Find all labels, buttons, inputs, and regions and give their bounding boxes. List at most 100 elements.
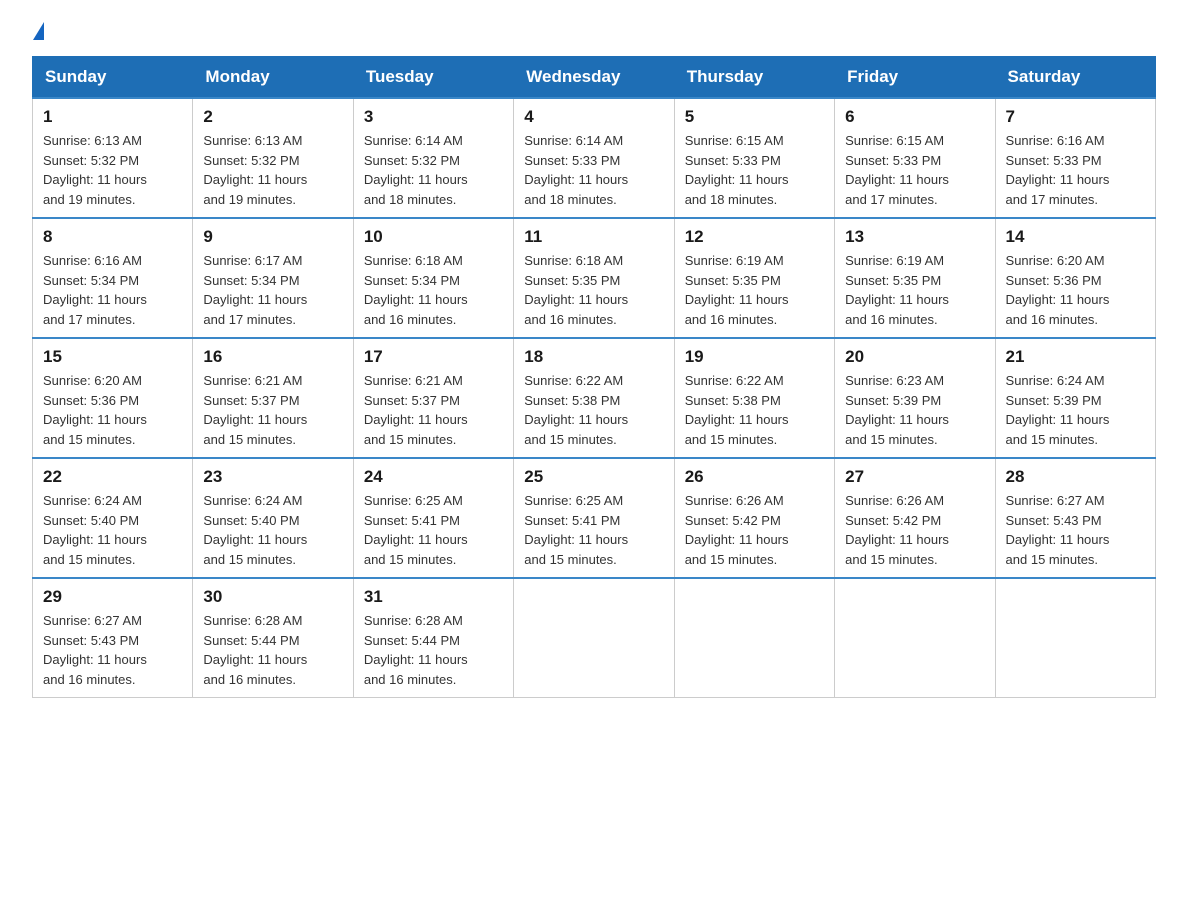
day-info: Sunrise: 6:25 AM Sunset: 5:41 PM Dayligh… (524, 491, 663, 569)
day-info: Sunrise: 6:27 AM Sunset: 5:43 PM Dayligh… (43, 611, 182, 689)
day-number: 1 (43, 107, 182, 127)
day-number: 9 (203, 227, 342, 247)
day-info: Sunrise: 6:28 AM Sunset: 5:44 PM Dayligh… (203, 611, 342, 689)
calendar-cell: 10 Sunrise: 6:18 AM Sunset: 5:34 PM Dayl… (353, 218, 513, 338)
calendar-cell: 30 Sunrise: 6:28 AM Sunset: 5:44 PM Dayl… (193, 578, 353, 698)
day-info: Sunrise: 6:28 AM Sunset: 5:44 PM Dayligh… (364, 611, 503, 689)
calendar-cell: 1 Sunrise: 6:13 AM Sunset: 5:32 PM Dayli… (33, 98, 193, 218)
day-info: Sunrise: 6:24 AM Sunset: 5:39 PM Dayligh… (1006, 371, 1145, 449)
day-info: Sunrise: 6:20 AM Sunset: 5:36 PM Dayligh… (43, 371, 182, 449)
calendar-cell: 26 Sunrise: 6:26 AM Sunset: 5:42 PM Dayl… (674, 458, 834, 578)
calendar-header-sunday: Sunday (33, 57, 193, 99)
calendar-cell: 14 Sunrise: 6:20 AM Sunset: 5:36 PM Dayl… (995, 218, 1155, 338)
day-info: Sunrise: 6:18 AM Sunset: 5:34 PM Dayligh… (364, 251, 503, 329)
day-number: 4 (524, 107, 663, 127)
page-header (32, 24, 1156, 36)
day-number: 16 (203, 347, 342, 367)
day-info: Sunrise: 6:18 AM Sunset: 5:35 PM Dayligh… (524, 251, 663, 329)
calendar-cell (674, 578, 834, 698)
calendar-cell: 18 Sunrise: 6:22 AM Sunset: 5:38 PM Dayl… (514, 338, 674, 458)
day-number: 5 (685, 107, 824, 127)
day-number: 26 (685, 467, 824, 487)
day-info: Sunrise: 6:26 AM Sunset: 5:42 PM Dayligh… (845, 491, 984, 569)
day-info: Sunrise: 6:19 AM Sunset: 5:35 PM Dayligh… (685, 251, 824, 329)
day-info: Sunrise: 6:26 AM Sunset: 5:42 PM Dayligh… (685, 491, 824, 569)
calendar-header-thursday: Thursday (674, 57, 834, 99)
day-info: Sunrise: 6:23 AM Sunset: 5:39 PM Dayligh… (845, 371, 984, 449)
day-number: 20 (845, 347, 984, 367)
day-number: 21 (1006, 347, 1145, 367)
day-info: Sunrise: 6:16 AM Sunset: 5:34 PM Dayligh… (43, 251, 182, 329)
day-number: 22 (43, 467, 182, 487)
day-info: Sunrise: 6:17 AM Sunset: 5:34 PM Dayligh… (203, 251, 342, 329)
calendar-header-friday: Friday (835, 57, 995, 99)
day-info: Sunrise: 6:16 AM Sunset: 5:33 PM Dayligh… (1006, 131, 1145, 209)
day-info: Sunrise: 6:13 AM Sunset: 5:32 PM Dayligh… (203, 131, 342, 209)
day-number: 14 (1006, 227, 1145, 247)
day-info: Sunrise: 6:15 AM Sunset: 5:33 PM Dayligh… (685, 131, 824, 209)
calendar-cell: 27 Sunrise: 6:26 AM Sunset: 5:42 PM Dayl… (835, 458, 995, 578)
day-number: 17 (364, 347, 503, 367)
calendar-cell: 12 Sunrise: 6:19 AM Sunset: 5:35 PM Dayl… (674, 218, 834, 338)
calendar-cell: 13 Sunrise: 6:19 AM Sunset: 5:35 PM Dayl… (835, 218, 995, 338)
calendar-header-tuesday: Tuesday (353, 57, 513, 99)
day-info: Sunrise: 6:21 AM Sunset: 5:37 PM Dayligh… (203, 371, 342, 449)
calendar-cell: 5 Sunrise: 6:15 AM Sunset: 5:33 PM Dayli… (674, 98, 834, 218)
calendar-week-row: 1 Sunrise: 6:13 AM Sunset: 5:32 PM Dayli… (33, 98, 1156, 218)
logo (32, 24, 44, 36)
day-info: Sunrise: 6:14 AM Sunset: 5:33 PM Dayligh… (524, 131, 663, 209)
calendar-cell: 9 Sunrise: 6:17 AM Sunset: 5:34 PM Dayli… (193, 218, 353, 338)
calendar-cell (995, 578, 1155, 698)
day-info: Sunrise: 6:20 AM Sunset: 5:36 PM Dayligh… (1006, 251, 1145, 329)
calendar-cell: 25 Sunrise: 6:25 AM Sunset: 5:41 PM Dayl… (514, 458, 674, 578)
day-number: 31 (364, 587, 503, 607)
day-number: 7 (1006, 107, 1145, 127)
day-info: Sunrise: 6:25 AM Sunset: 5:41 PM Dayligh… (364, 491, 503, 569)
calendar-header-wednesday: Wednesday (514, 57, 674, 99)
day-number: 30 (203, 587, 342, 607)
day-info: Sunrise: 6:19 AM Sunset: 5:35 PM Dayligh… (845, 251, 984, 329)
calendar-cell: 29 Sunrise: 6:27 AM Sunset: 5:43 PM Dayl… (33, 578, 193, 698)
calendar-cell (835, 578, 995, 698)
day-number: 13 (845, 227, 984, 247)
day-info: Sunrise: 6:14 AM Sunset: 5:32 PM Dayligh… (364, 131, 503, 209)
calendar-header-saturday: Saturday (995, 57, 1155, 99)
calendar-cell: 16 Sunrise: 6:21 AM Sunset: 5:37 PM Dayl… (193, 338, 353, 458)
day-number: 12 (685, 227, 824, 247)
calendar-cell: 22 Sunrise: 6:24 AM Sunset: 5:40 PM Dayl… (33, 458, 193, 578)
day-number: 11 (524, 227, 663, 247)
calendar-cell: 31 Sunrise: 6:28 AM Sunset: 5:44 PM Dayl… (353, 578, 513, 698)
calendar-cell: 7 Sunrise: 6:16 AM Sunset: 5:33 PM Dayli… (995, 98, 1155, 218)
calendar-cell: 11 Sunrise: 6:18 AM Sunset: 5:35 PM Dayl… (514, 218, 674, 338)
day-number: 25 (524, 467, 663, 487)
logo-triangle-icon (33, 22, 44, 40)
calendar-cell: 17 Sunrise: 6:21 AM Sunset: 5:37 PM Dayl… (353, 338, 513, 458)
calendar-cell: 8 Sunrise: 6:16 AM Sunset: 5:34 PM Dayli… (33, 218, 193, 338)
calendar-cell: 3 Sunrise: 6:14 AM Sunset: 5:32 PM Dayli… (353, 98, 513, 218)
day-info: Sunrise: 6:21 AM Sunset: 5:37 PM Dayligh… (364, 371, 503, 449)
calendar-cell: 24 Sunrise: 6:25 AM Sunset: 5:41 PM Dayl… (353, 458, 513, 578)
calendar-week-row: 22 Sunrise: 6:24 AM Sunset: 5:40 PM Dayl… (33, 458, 1156, 578)
calendar-cell (514, 578, 674, 698)
calendar-cell: 15 Sunrise: 6:20 AM Sunset: 5:36 PM Dayl… (33, 338, 193, 458)
calendar-cell: 23 Sunrise: 6:24 AM Sunset: 5:40 PM Dayl… (193, 458, 353, 578)
calendar-cell: 4 Sunrise: 6:14 AM Sunset: 5:33 PM Dayli… (514, 98, 674, 218)
calendar-cell: 19 Sunrise: 6:22 AM Sunset: 5:38 PM Dayl… (674, 338, 834, 458)
day-info: Sunrise: 6:27 AM Sunset: 5:43 PM Dayligh… (1006, 491, 1145, 569)
calendar-table: SundayMondayTuesdayWednesdayThursdayFrid… (32, 56, 1156, 698)
calendar-cell: 20 Sunrise: 6:23 AM Sunset: 5:39 PM Dayl… (835, 338, 995, 458)
day-number: 28 (1006, 467, 1145, 487)
day-info: Sunrise: 6:22 AM Sunset: 5:38 PM Dayligh… (685, 371, 824, 449)
calendar-header-monday: Monday (193, 57, 353, 99)
day-info: Sunrise: 6:22 AM Sunset: 5:38 PM Dayligh… (524, 371, 663, 449)
day-number: 18 (524, 347, 663, 367)
day-number: 27 (845, 467, 984, 487)
day-number: 24 (364, 467, 503, 487)
day-number: 2 (203, 107, 342, 127)
day-number: 6 (845, 107, 984, 127)
calendar-cell: 6 Sunrise: 6:15 AM Sunset: 5:33 PM Dayli… (835, 98, 995, 218)
day-number: 10 (364, 227, 503, 247)
day-number: 8 (43, 227, 182, 247)
calendar-cell: 2 Sunrise: 6:13 AM Sunset: 5:32 PM Dayli… (193, 98, 353, 218)
day-info: Sunrise: 6:15 AM Sunset: 5:33 PM Dayligh… (845, 131, 984, 209)
